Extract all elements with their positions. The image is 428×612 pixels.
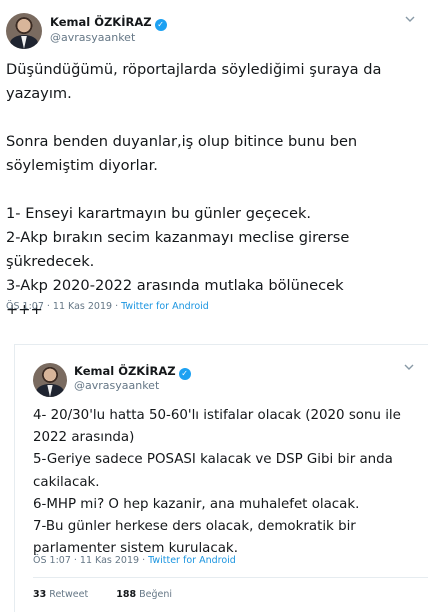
tweet-timestamp[interactable]: ÖS 1:07 · 11 Kas 2019 · [33, 555, 148, 566]
retweet-count: 33 [33, 589, 47, 600]
retweet-stat[interactable]: 33 Retweet [33, 589, 88, 600]
avatar[interactable] [33, 363, 67, 397]
avatar[interactable] [6, 13, 42, 49]
verified-badge-icon: ✓ [154, 19, 167, 31]
tweet-card: Kemal ÖZKİRAZ ✓ @avrasyaanket 4- 20/30'lu… [14, 344, 428, 612]
tweet-meta: ÖS 1:07 · 11 Kas 2019 · Twitter for Andr… [33, 555, 236, 566]
author-name-text: Kemal ÖZKİRAZ [50, 15, 152, 29]
like-stat[interactable]: 188 Beğeni [116, 589, 172, 600]
tweet-timestamp[interactable]: ÖS 1:07 · 11 Kas 2019 · [6, 301, 121, 312]
chevron-down-icon[interactable] [402, 13, 418, 29]
tweet-text: 4- 20/30'lu hatta 50-60'lı istifalar ola… [33, 408, 401, 557]
tweet-client-link[interactable]: Twitter for Android [121, 301, 209, 312]
tweet-text: Düşündüğümü, röportajlarda söylediğimi ş… [6, 61, 382, 318]
author-name[interactable]: Kemal ÖZKİRAZ ✓ [74, 364, 191, 380]
retweet-label: Retweet [49, 589, 89, 600]
tweet-client-link[interactable]: Twitter for Android [148, 555, 236, 566]
author-name[interactable]: Kemal ÖZKİRAZ ✓ [50, 15, 167, 31]
chevron-down-icon[interactable] [401, 361, 417, 377]
tweet-meta: ÖS 1:07 · 11 Kas 2019 · Twitter for Andr… [6, 301, 209, 312]
author-name-text: Kemal ÖZKİRAZ [74, 364, 176, 378]
like-count: 188 [116, 589, 137, 600]
tweet-card: Kemal ÖZKİRAZ ✓ @avrasyaanket Düşündüğümü… [0, 0, 428, 330]
divider [33, 577, 428, 578]
verified-badge-icon: ✓ [178, 368, 191, 380]
like-label: Beğeni [139, 589, 173, 600]
author-handle[interactable]: @avrasyaanket [74, 379, 159, 392]
author-handle[interactable]: @avrasyaanket [50, 31, 135, 44]
tweet-stats: 33 Retweet 188 Beğeni [33, 589, 172, 600]
